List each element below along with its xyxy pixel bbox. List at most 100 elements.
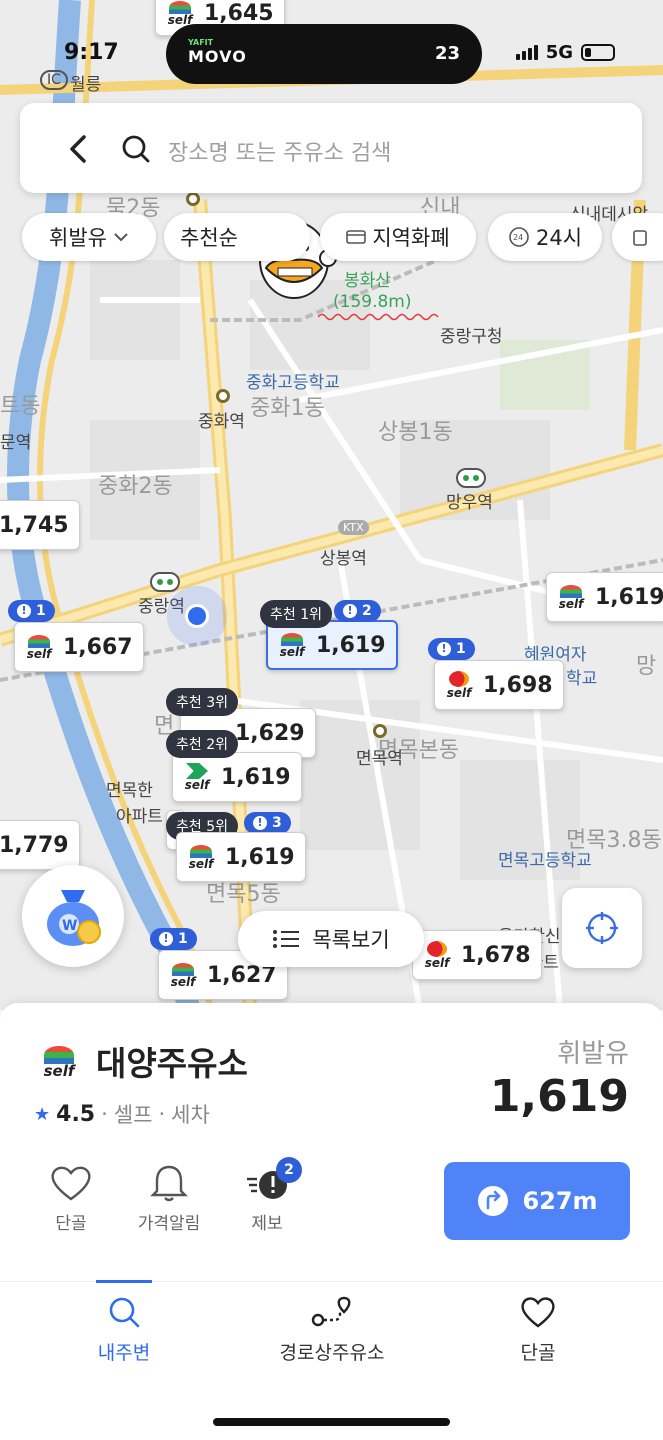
pin-price: 1,698 xyxy=(483,672,553,698)
status-time: 9:17 xyxy=(64,40,119,65)
metro-icon-mangu xyxy=(456,468,486,488)
station-meta: ★ 4.5 · 셀프 · 세차 xyxy=(34,1099,210,1129)
tab-favorites[interactable]: 단골 xyxy=(458,1294,618,1365)
my-location-marker xyxy=(185,604,209,628)
pin-price: 1,779 xyxy=(0,832,69,858)
heart-icon xyxy=(51,1166,91,1201)
price-pin[interactable]: 1,745 xyxy=(0,500,80,550)
navigate-button[interactable]: 627m xyxy=(444,1162,630,1240)
alert-icon: ! xyxy=(159,932,173,946)
current-location-button[interactable] xyxy=(562,888,642,968)
filter-local-currency[interactable]: 지역화폐 xyxy=(320,213,476,261)
price-pin[interactable]: 1,779 xyxy=(0,820,80,870)
alert-icon: ! xyxy=(437,642,451,656)
map-label-ktx: KTX xyxy=(338,520,369,535)
map-label-bonghwasan: 봉화산 xyxy=(344,271,391,291)
alert-icon: ! xyxy=(343,604,357,618)
map-label-sangbong1: 상봉1동 xyxy=(378,420,453,445)
svg-text:24: 24 xyxy=(513,233,523,242)
tab-nearby[interactable]: 내주변 xyxy=(44,1294,204,1365)
svg-text:W: W xyxy=(62,918,77,934)
ic-label: IC xyxy=(40,70,68,90)
gs-brand-icon: self xyxy=(181,761,213,793)
filter-more[interactable] xyxy=(612,213,663,261)
battery-icon xyxy=(581,44,615,61)
alert-icon: ! xyxy=(17,604,31,618)
price-pin[interactable]: self 1,698 xyxy=(434,660,564,710)
navigate-distance: 627m xyxy=(522,1187,598,1215)
pin-price: 1,619 xyxy=(221,764,291,790)
wallet-button[interactable]: W xyxy=(22,865,124,967)
heart-icon xyxy=(521,1297,555,1328)
island-count: 23 xyxy=(434,43,460,64)
station-price: 1,619 xyxy=(489,1071,629,1122)
metro-icon-jungnang xyxy=(150,572,180,592)
home-indicator xyxy=(213,1418,450,1426)
filter-24h[interactable]: 24 24시 xyxy=(488,213,602,261)
map-label-junghwa2: 중화2동 xyxy=(98,474,173,499)
map-label-wolleung: 월릉 xyxy=(70,75,102,95)
filter-sort[interactable]: 추천순 xyxy=(164,213,310,261)
pin-price: 1,619 xyxy=(316,632,386,658)
pin-price: 1,678 xyxy=(461,942,531,968)
pin-price: 1,619 xyxy=(595,584,663,610)
report-badge: ! 1 xyxy=(8,600,55,622)
station-detail-sheet[interactable]: self 대양주유소 ★ 4.5 · 셀프 · 세차 휘발유 1,619 단골 … xyxy=(0,1003,663,1281)
price-pin[interactable]: self 1,619 xyxy=(176,832,306,882)
map-label-myeonmokhan: 면목한 xyxy=(106,781,153,801)
back-icon[interactable] xyxy=(60,129,100,169)
rank-badge: 추천 2위 xyxy=(166,730,238,758)
tag-self: 셀프 xyxy=(113,1103,153,1127)
money-bag-icon: W xyxy=(47,890,101,946)
station-name: 대양주유소 xyxy=(96,1044,248,1083)
navigation-icon xyxy=(478,1186,509,1216)
app-logo: YAFIT MOVO xyxy=(188,38,247,66)
report-badge: ! 1 xyxy=(150,928,197,950)
station-dot-junghwa xyxy=(216,389,230,403)
price-pin[interactable]: self 1,619 xyxy=(172,752,302,802)
self-brand-icon: self xyxy=(23,631,55,663)
search-bar[interactable]: 장소명 또는 주유소 검색 xyxy=(20,103,642,193)
map-label-myeonmok-station: 면목역 xyxy=(356,749,403,769)
price-pin[interactable]: self 1,619 xyxy=(546,572,663,622)
search-icon xyxy=(109,1297,140,1328)
report-button[interactable]: 2 제보 xyxy=(222,1157,312,1234)
network-label: 5G xyxy=(545,42,573,63)
station-dot-myeonmok xyxy=(373,724,387,738)
bottom-tab-bar: 내주변 경로상주유소 단골 xyxy=(0,1280,663,1440)
report-count-badge: 2 xyxy=(276,1157,302,1183)
report-badge: ! 1 xyxy=(428,638,475,660)
sk-brand-icon: self xyxy=(443,669,475,701)
map-label-mang: 망 xyxy=(636,654,657,679)
tab-route-stations[interactable]: 경로상주유소 xyxy=(252,1294,412,1365)
pin-price: 1,645 xyxy=(204,0,274,26)
list-view-button[interactable]: 목록보기 xyxy=(238,911,424,967)
report-badge: ! 2 xyxy=(334,600,381,622)
filter-fuel-type[interactable]: 휘발유 xyxy=(22,213,156,261)
map-label-teudong: 트동 xyxy=(0,394,41,419)
search-input[interactable]: 장소명 또는 주유소 검색 xyxy=(168,135,391,167)
alert-icon: ! xyxy=(253,816,267,830)
self-brand-icon: self xyxy=(555,581,587,613)
map-label-junghwa1: 중화1동 xyxy=(250,396,325,421)
active-tab-indicator xyxy=(96,1280,152,1283)
pin-price: 1,619 xyxy=(225,844,295,870)
list-icon xyxy=(273,930,300,948)
station-dot-mok2 xyxy=(186,192,200,206)
chevron-down-icon xyxy=(114,233,128,242)
fuel-type-label: 휘발유 xyxy=(557,1039,629,1069)
pin-price: 1,667 xyxy=(63,634,133,660)
map-label-junghwa-station: 중화역 xyxy=(198,412,245,432)
price-pin[interactable]: self 1,678 xyxy=(412,930,542,980)
price-alert-button[interactable]: 가격알림 xyxy=(124,1163,214,1234)
clock-24-icon: 24 xyxy=(509,227,529,247)
pin-price: 1,745 xyxy=(0,512,69,538)
rank-badge: 추천 3위 xyxy=(166,688,238,716)
self-brand-icon: self xyxy=(185,841,217,873)
map-label-hakgyo: 학교 xyxy=(566,669,598,689)
price-pin[interactable]: self 1,667 xyxy=(14,622,144,672)
signal-icon xyxy=(515,45,538,60)
favorite-button[interactable]: 단골 xyxy=(26,1163,116,1234)
map-label-munyeok: 문역 xyxy=(0,433,32,453)
list-view-label: 목록보기 xyxy=(312,928,390,952)
